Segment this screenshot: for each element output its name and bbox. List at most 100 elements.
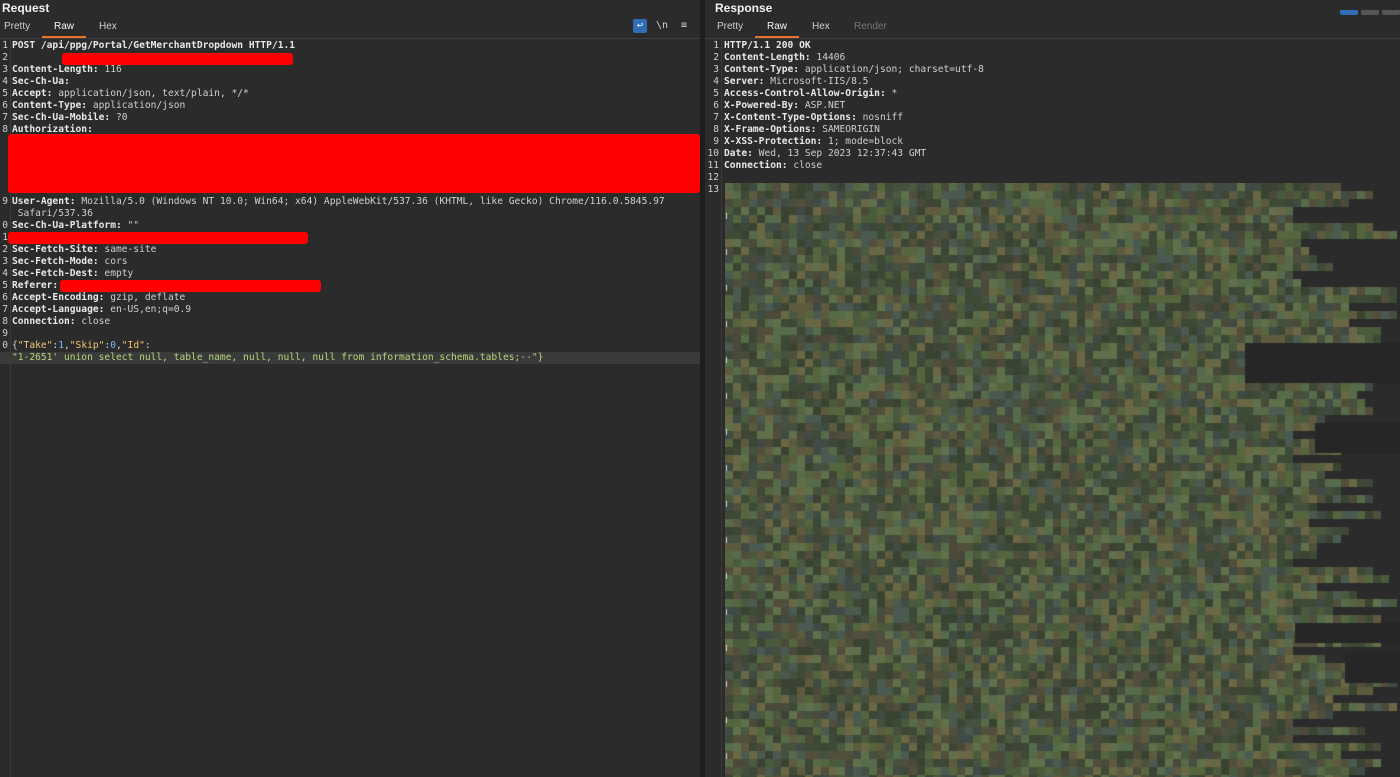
line-text: Sec-Ch-Ua-Mobile: ?0: [12, 112, 128, 124]
code-line: 2 Sec-Fetch-Site: same-site: [0, 244, 700, 256]
line-number: 10: [707, 148, 719, 159]
line-number: 1: [2, 232, 8, 243]
line-number: 4: [2, 76, 8, 87]
line-text: User-Agent: Mozilla/5.0 (Windows NT 10.0…: [12, 196, 665, 208]
line-text: Accept-Encoding: gzip, deflate: [12, 292, 185, 304]
line-text: "1-2651' union select null, table_name, …: [12, 352, 543, 364]
line-text: Date: Wed, 13 Sep 2023 12:37:43 GMT: [724, 148, 926, 160]
json-token: "Id": [121, 340, 145, 351]
header-value: empty: [98, 268, 134, 279]
header-value: en-US,en;q=0.9: [104, 304, 192, 315]
line-number: 2: [713, 52, 719, 63]
code-line: 11 Connection: close: [705, 160, 1400, 172]
newline-toggle[interactable]: \n: [655, 19, 669, 33]
code-line: 6 X-Powered-By: ASP.NET: [705, 100, 1400, 112]
tab-pretty[interactable]: Pretty: [717, 16, 743, 36]
line-number: 4: [713, 76, 719, 87]
tab-pretty[interactable]: Pretty: [4, 16, 30, 36]
line-number: 11: [707, 160, 719, 171]
line-text: Sec-Ch-Ua-Platform: "": [12, 220, 139, 232]
line-number: 13: [707, 184, 719, 195]
code-line: 4 Sec-Fetch-Dest: empty: [0, 268, 700, 280]
header-value: nosniff: [856, 112, 904, 123]
menu-icon[interactable]: ≡: [678, 19, 690, 33]
layout-icons[interactable]: [1337, 0, 1400, 15]
code-line: 7 X-Content-Type-Options: nosniff: [705, 112, 1400, 124]
line-text: Content-Type: application/json; charset=…: [724, 64, 984, 76]
header-value: application/json; charset=utf-8: [799, 64, 984, 75]
code-line: "1-2651' union select null, table_name, …: [0, 352, 700, 364]
json-token: :: [144, 340, 151, 351]
code-line: 9 X-XSS-Protection: 1; mode=block: [705, 136, 1400, 148]
header-value: 1; mode=block: [822, 136, 904, 147]
header-value: *: [885, 88, 898, 99]
header-value: Wed, 13 Sep 2023 12:37:43 GMT: [752, 148, 927, 159]
code-line: 4 Server: Microsoft-IIS/8.5: [705, 76, 1400, 88]
line-number: 7: [2, 112, 8, 123]
line-text: Connection: close: [724, 160, 822, 172]
header-name: Server:: [724, 76, 765, 87]
header-value: ?0: [110, 112, 128, 123]
code-line: 1 POST /api/ppg/Portal/GetMerchantDropdow…: [0, 40, 700, 52]
code-line: 10 Date: Wed, 13 Sep 2023 12:37:43 GMT: [705, 148, 1400, 160]
header-name: Sec-Ch-Ua:: [12, 76, 70, 87]
code-line: 3 Sec-Fetch-Mode: cors: [0, 256, 700, 268]
line-text: X-Powered-By: ASP.NET: [724, 100, 845, 112]
header-value: cors: [98, 256, 128, 267]
header-name: Content-Type:: [724, 64, 800, 75]
header-name: Content-Length:: [724, 52, 811, 63]
line-text: Safari/537.36: [12, 208, 93, 220]
line-text: X-Frame-Options: SAMEORIGIN: [724, 124, 880, 136]
json-token: "Take": [17, 340, 53, 351]
line-number: 7: [713, 112, 719, 123]
line-number: 3: [713, 64, 719, 75]
response-editor[interactable]: 1 HTTP/1.1 200 OK 2 Content-Length: 14406 3 C…: [705, 40, 1400, 196]
code-line: 0 {"Take":1,"Skip":0,"Id":: [0, 340, 700, 352]
wrap-lines-icon[interactable]: ↩: [633, 19, 647, 33]
header-name: Sec-Fetch-Mode:: [12, 256, 99, 267]
line-number: 6: [2, 100, 8, 111]
line-number: 0: [2, 340, 8, 351]
header-name: Referer:: [12, 280, 59, 291]
code-line: 5 Access-Control-Allow-Origin: *: [705, 88, 1400, 100]
line-number: 6: [2, 292, 8, 303]
code-line: 8 X-Frame-Options: SAMEORIGIN: [705, 124, 1400, 136]
header-value: application/json: [87, 100, 186, 111]
code-line: 4 Sec-Ch-Ua:: [0, 76, 700, 88]
line-number: 2: [2, 52, 8, 63]
header-value: 14406: [810, 52, 846, 63]
request-editor[interactable]: 1 POST /api/ppg/Portal/GetMerchantDropdow…: [0, 40, 700, 364]
code-line: 0 Sec-Ch-Ua-Platform: "": [0, 220, 700, 232]
line-number: 4: [2, 268, 8, 279]
line-number: 0: [2, 220, 8, 231]
header-name: Accept-Language:: [12, 304, 105, 315]
header-name: Date:: [724, 148, 753, 159]
header-value: HTTP/1.1 200 OK: [724, 40, 811, 51]
header-value: same-site: [98, 244, 157, 255]
header-name: X-Frame-Options:: [724, 124, 817, 135]
tab-raw[interactable]: Raw: [42, 16, 87, 38]
line-text: Accept: application/json, text/plain, */…: [12, 88, 249, 100]
line-number: 7: [2, 304, 8, 315]
response-tabs: Pretty Raw Hex Render: [705, 16, 1400, 39]
header-value: application/json, text/plain, */*: [52, 88, 249, 99]
request-title: Request: [2, 1, 50, 15]
line-text: X-Content-Type-Options: nosniff: [724, 112, 903, 124]
line-number: 3: [2, 64, 8, 75]
tab-hex[interactable]: Hex: [99, 16, 117, 36]
header-value: ASP.NET: [799, 100, 846, 111]
line-number: 1: [2, 40, 8, 51]
header-value: Microsoft-IIS/8.5: [764, 76, 869, 87]
tab-hex[interactable]: Hex: [812, 16, 830, 36]
json-token: "Skip": [69, 340, 105, 351]
line-text: X-XSS-Protection: 1; mode=block: [724, 136, 903, 148]
header-name: X-Content-Type-Options:: [724, 112, 857, 123]
tab-render[interactable]: Render: [854, 16, 887, 36]
line-text: Connection: close: [12, 316, 110, 328]
line-number: 2: [2, 244, 8, 255]
line-text: Referer:: [12, 280, 58, 292]
redaction-authorization: [8, 134, 700, 193]
header-name: Sec-Fetch-Dest:: [12, 268, 99, 279]
tab-raw[interactable]: Raw: [755, 16, 800, 38]
header-name: Sec-Fetch-Site:: [12, 244, 99, 255]
